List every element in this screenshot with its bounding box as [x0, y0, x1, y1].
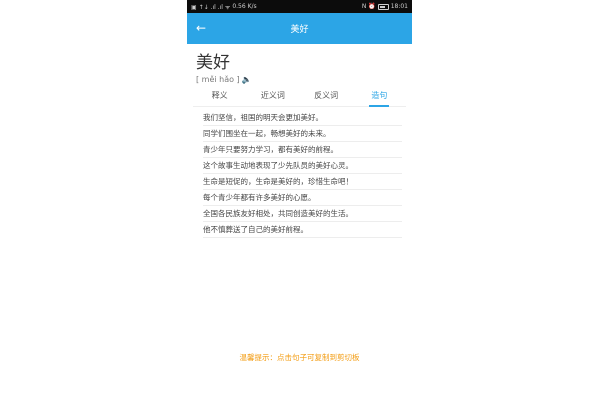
- tab-bar: 释义 近义词 反义词 造句: [193, 88, 406, 107]
- status-bar: ▣ ↑↓ .ıl .ıl ᯤ 0.56 K/s N ⏰ 18:01: [187, 0, 412, 13]
- tab-antonyms[interactable]: 反义词: [300, 88, 353, 106]
- status-bar-left: ▣ ↑↓ .ıl .ıl ᯤ 0.56 K/s: [191, 3, 257, 11]
- status-time: 18:01: [390, 3, 408, 10]
- sentence-item[interactable]: 他不慎葬送了自己的美好前程。: [203, 222, 402, 238]
- nfc-alarm-icons: N ⏰: [361, 3, 376, 10]
- pinyin-row: [ měi hǎo ] 🔈: [196, 74, 412, 85]
- sentence-item[interactable]: 全国各民族友好相处，共同创造美好的生活。: [203, 206, 402, 222]
- sentence-item[interactable]: 青少年只要努力学习，都有美好的前程。: [203, 142, 402, 158]
- back-arrow-icon[interactable]: ←: [196, 21, 206, 35]
- copy-tip: 温馨提示：点击句子可复制到剪切板: [239, 353, 360, 362]
- app-bar-title: 美好: [290, 25, 309, 35]
- status-bar-right: N ⏰ 18:01: [362, 3, 408, 10]
- sentence-item[interactable]: 这个故事生动地表现了少先队员的美好心灵。: [203, 158, 402, 174]
- signal-icons: ▣ ↑↓ .ıl .ıl ᯤ: [191, 3, 231, 11]
- phone-screen: ▣ ↑↓ .ıl .ıl ᯤ 0.56 K/s N ⏰ 18:01 ← 美好 美…: [187, 0, 412, 400]
- app-bar: ← 美好: [187, 13, 412, 44]
- speaker-icon[interactable]: 🔈: [242, 75, 252, 84]
- network-speed: 0.56 K/s: [232, 3, 257, 10]
- sentence-item[interactable]: 生命是短促的，生命是美好的，珍惜生命吧！: [203, 174, 402, 190]
- tab-sentences[interactable]: 造句: [353, 88, 406, 107]
- sentence-item[interactable]: 同学们围坐在一起，畅想美好的未来。: [203, 126, 402, 142]
- battery-icon: [377, 3, 389, 10]
- pinyin: [ měi hǎo ]: [196, 75, 240, 84]
- tab-definition[interactable]: 释义: [193, 88, 246, 106]
- sentence-list: 我们坚信，祖国的明天会更加美好。 同学们围坐在一起，畅想美好的未来。 青少年只要…: [203, 110, 402, 238]
- sentence-item[interactable]: 每个青少年都有许多美好的心愿。: [203, 190, 402, 206]
- tab-synonyms[interactable]: 近义词: [246, 88, 299, 106]
- word-title: 美好: [196, 53, 230, 73]
- sentence-item[interactable]: 我们坚信，祖国的明天会更加美好。: [203, 110, 402, 126]
